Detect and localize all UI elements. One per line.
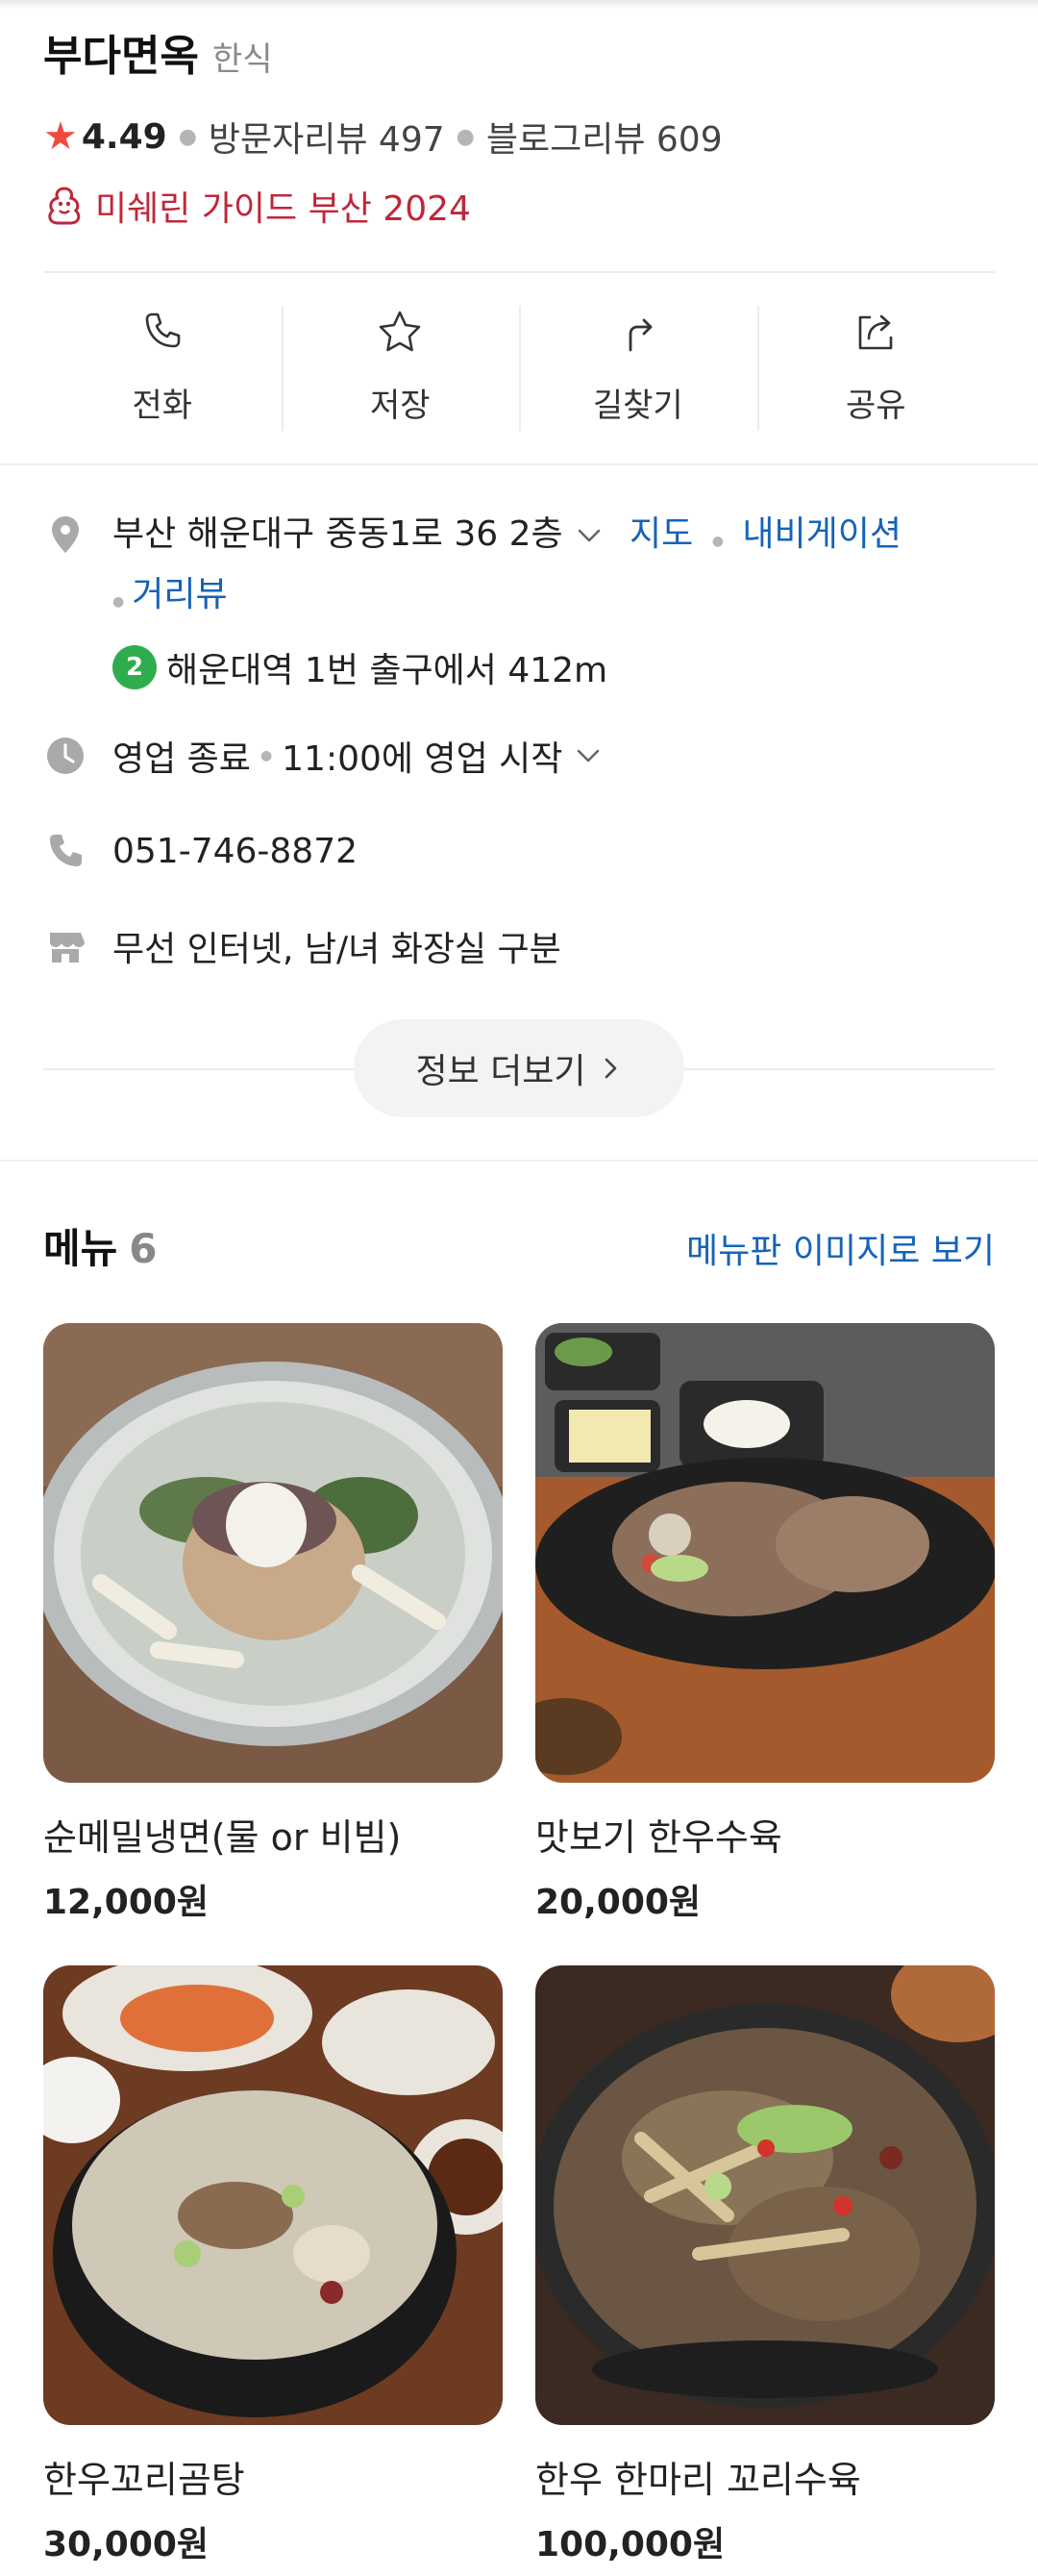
navigation-link[interactable]: 내비게이션 bbox=[742, 514, 902, 554]
separator-dot: ● bbox=[456, 124, 475, 149]
rating-star-icon: ★ bbox=[43, 114, 78, 159]
place-category: 한식 bbox=[211, 40, 273, 79]
menu-board-image-link[interactable]: 메뉴판 이미지로 보기 bbox=[686, 1223, 995, 1273]
oxtail-suyuk-image bbox=[535, 1965, 995, 2425]
phone-row[interactable]: 051-746-8872 bbox=[43, 829, 995, 873]
suyuk-image bbox=[535, 1323, 995, 1783]
directions-button[interactable]: 길찾기 bbox=[519, 306, 757, 431]
save-button[interactable]: 저장 bbox=[281, 306, 520, 431]
call-button[interactable]: 전화 bbox=[43, 306, 282, 431]
menu-item[interactable]: 맛보기 한우수육 20,000원 bbox=[535, 1323, 995, 1965]
clock-icon bbox=[43, 734, 87, 778]
phone-solid-icon bbox=[43, 829, 87, 873]
blog-reviews-link[interactable]: 블로그리뷰 609 bbox=[486, 112, 723, 162]
menu-item-price: 12,000원 bbox=[43, 1883, 210, 1922]
more-info-button[interactable]: 정보 더보기 bbox=[354, 1019, 684, 1117]
phone-number[interactable]: 051-746-8872 bbox=[112, 832, 358, 871]
location-pin-icon bbox=[43, 513, 87, 557]
map-link[interactable]: 지도 bbox=[630, 514, 693, 554]
menu-item-price: 100,000원 bbox=[535, 2525, 726, 2564]
michelin-bibendum-icon bbox=[48, 187, 81, 225]
subway-line-badge: 2 bbox=[112, 645, 157, 689]
amenities-text: 무선 인터넷, 남/녀 화장실 구분 bbox=[112, 930, 561, 969]
chevron-right-icon bbox=[605, 1058, 616, 1079]
top-shadow bbox=[0, 0, 1038, 10]
rating-value: 4.49 bbox=[81, 116, 167, 157]
naengmyeon-image bbox=[43, 1323, 503, 1783]
separator-dot: ● bbox=[112, 594, 125, 610]
address-text[interactable]: 부산 해운대구 중동1로 36 2층 bbox=[112, 514, 563, 554]
michelin-label: 미쉐린 가이드 부산 2024 bbox=[95, 189, 471, 229]
star-outline-icon bbox=[379, 311, 421, 352]
divider bbox=[43, 271, 995, 273]
menu-title: 메뉴 bbox=[43, 1225, 118, 1272]
menu-item[interactable]: 한우 한마리 꼬리수육 100,000원 bbox=[535, 1965, 995, 2576]
directions-label: 길찾기 bbox=[592, 387, 683, 425]
separator-dot: ● bbox=[178, 124, 197, 149]
separator-dot: ● bbox=[260, 748, 273, 763]
subway-info: 2 해운대역 1번 출구에서 412m bbox=[112, 642, 995, 692]
menu-item-photo[interactable] bbox=[535, 1323, 995, 1783]
section-divider bbox=[0, 463, 1038, 465]
menu-item-name: 한우꼬리곰탕 bbox=[43, 2459, 245, 2501]
menu-item-photo[interactable] bbox=[43, 1965, 503, 2425]
hours-next: 11:00에 영업 시작 bbox=[282, 739, 563, 779]
section-divider bbox=[0, 1160, 1038, 1162]
menu-item-price: 30,000원 bbox=[43, 2525, 210, 2564]
visitor-reviews-link[interactable]: 방문자리뷰 497 bbox=[209, 112, 445, 162]
subway-text: 해운대역 1번 출구에서 412m bbox=[166, 651, 608, 690]
menu-item[interactable]: 한우꼬리곰탕 30,000원 bbox=[43, 1965, 503, 2576]
chevron-down-icon[interactable] bbox=[573, 519, 606, 552]
menu-grid: 순메밀냉면(물 or 비빔) 12,000원 맛보기 한우수육 20,000원 … bbox=[43, 1323, 995, 2576]
oxtail-soup-image bbox=[43, 1965, 503, 2425]
menu-item[interactable]: 순메밀냉면(물 or 비빔) 12,000원 bbox=[43, 1323, 503, 1965]
menu-count: 6 bbox=[129, 1225, 158, 1272]
hours-status: 영업 종료 bbox=[112, 739, 251, 779]
menu-item-photo[interactable] bbox=[43, 1323, 503, 1783]
share-button[interactable]: 공유 bbox=[756, 306, 996, 431]
menu-header: 메뉴 6 메뉴판 이미지로 보기 bbox=[43, 1216, 995, 1275]
chevron-down-icon[interactable] bbox=[572, 739, 605, 772]
michelin-badge[interactable]: 미쉐린 가이드 부산 2024 bbox=[43, 181, 995, 231]
hours-row[interactable]: 영업 종료 ● 11:00에 영업 시작 bbox=[43, 731, 995, 781]
action-bar: 전화 저장 길찾기 공유 bbox=[43, 306, 995, 431]
phone-icon bbox=[145, 313, 181, 348]
share-icon bbox=[858, 314, 893, 350]
menu-item-name: 한우 한마리 꼬리수육 bbox=[535, 2459, 861, 2501]
directions-icon bbox=[629, 318, 653, 352]
menu-item-name: 맛보기 한우수육 bbox=[535, 1816, 782, 1859]
menu-item-price: 20,000원 bbox=[535, 1883, 702, 1922]
more-info-label: 정보 더보기 bbox=[415, 1052, 586, 1091]
menu-item-photo[interactable] bbox=[535, 1965, 995, 2425]
menu-item-name: 순메밀냉면(물 or 비빔) bbox=[43, 1816, 402, 1859]
place-header: 부다면옥 한식 ★ 4.49 ● 방문자리뷰 497 ● 블로그리뷰 609 미… bbox=[43, 21, 995, 231]
call-label: 전화 bbox=[132, 387, 193, 425]
info-section: 부산 해운대구 중동1로 36 2층 지도 ● 내비게이션 ● 거리뷰 2 해운대… bbox=[43, 508, 995, 971]
place-name: 부다면옥 bbox=[43, 32, 199, 81]
rating-row: ★ 4.49 ● 방문자리뷰 497 ● 블로그리뷰 609 bbox=[43, 112, 995, 162]
street-view-link[interactable]: 거리뷰 bbox=[132, 575, 227, 614]
address-row: 부산 해운대구 중동1로 36 2층 지도 ● 내비게이션 ● 거리뷰 bbox=[43, 508, 995, 629]
separator-dot: ● bbox=[711, 534, 724, 549]
store-icon bbox=[43, 924, 87, 968]
amenities-row: 무선 인터넷, 남/녀 화장실 구분 bbox=[43, 921, 995, 971]
save-label: 저장 bbox=[369, 387, 431, 425]
share-label: 공유 bbox=[845, 387, 906, 425]
